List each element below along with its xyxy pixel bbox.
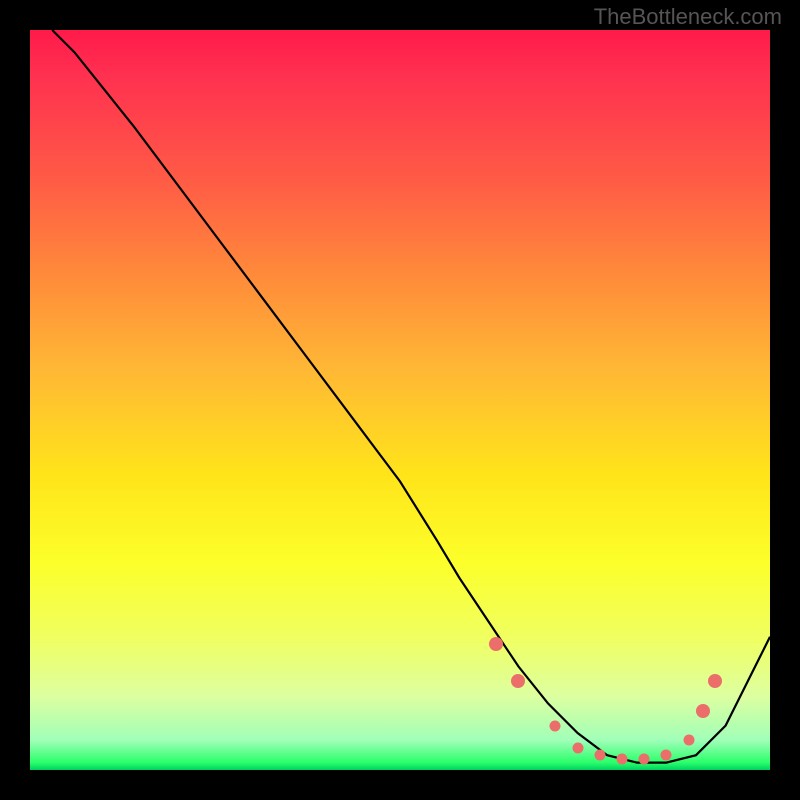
- marker-dot: [708, 674, 722, 688]
- marker-dot: [594, 750, 605, 761]
- marker-dot: [639, 753, 650, 764]
- chart-plot-area: [30, 30, 770, 770]
- marker-dot: [661, 750, 672, 761]
- marker-dot: [550, 720, 561, 731]
- marker-dot: [683, 735, 694, 746]
- marker-dot: [511, 674, 525, 688]
- marker-dot: [696, 704, 710, 718]
- marker-dot: [572, 742, 583, 753]
- watermark-text: TheBottleneck.com: [594, 4, 782, 30]
- bottleneck-curve: [30, 30, 770, 770]
- marker-dot: [617, 753, 628, 764]
- marker-dot: [489, 637, 503, 651]
